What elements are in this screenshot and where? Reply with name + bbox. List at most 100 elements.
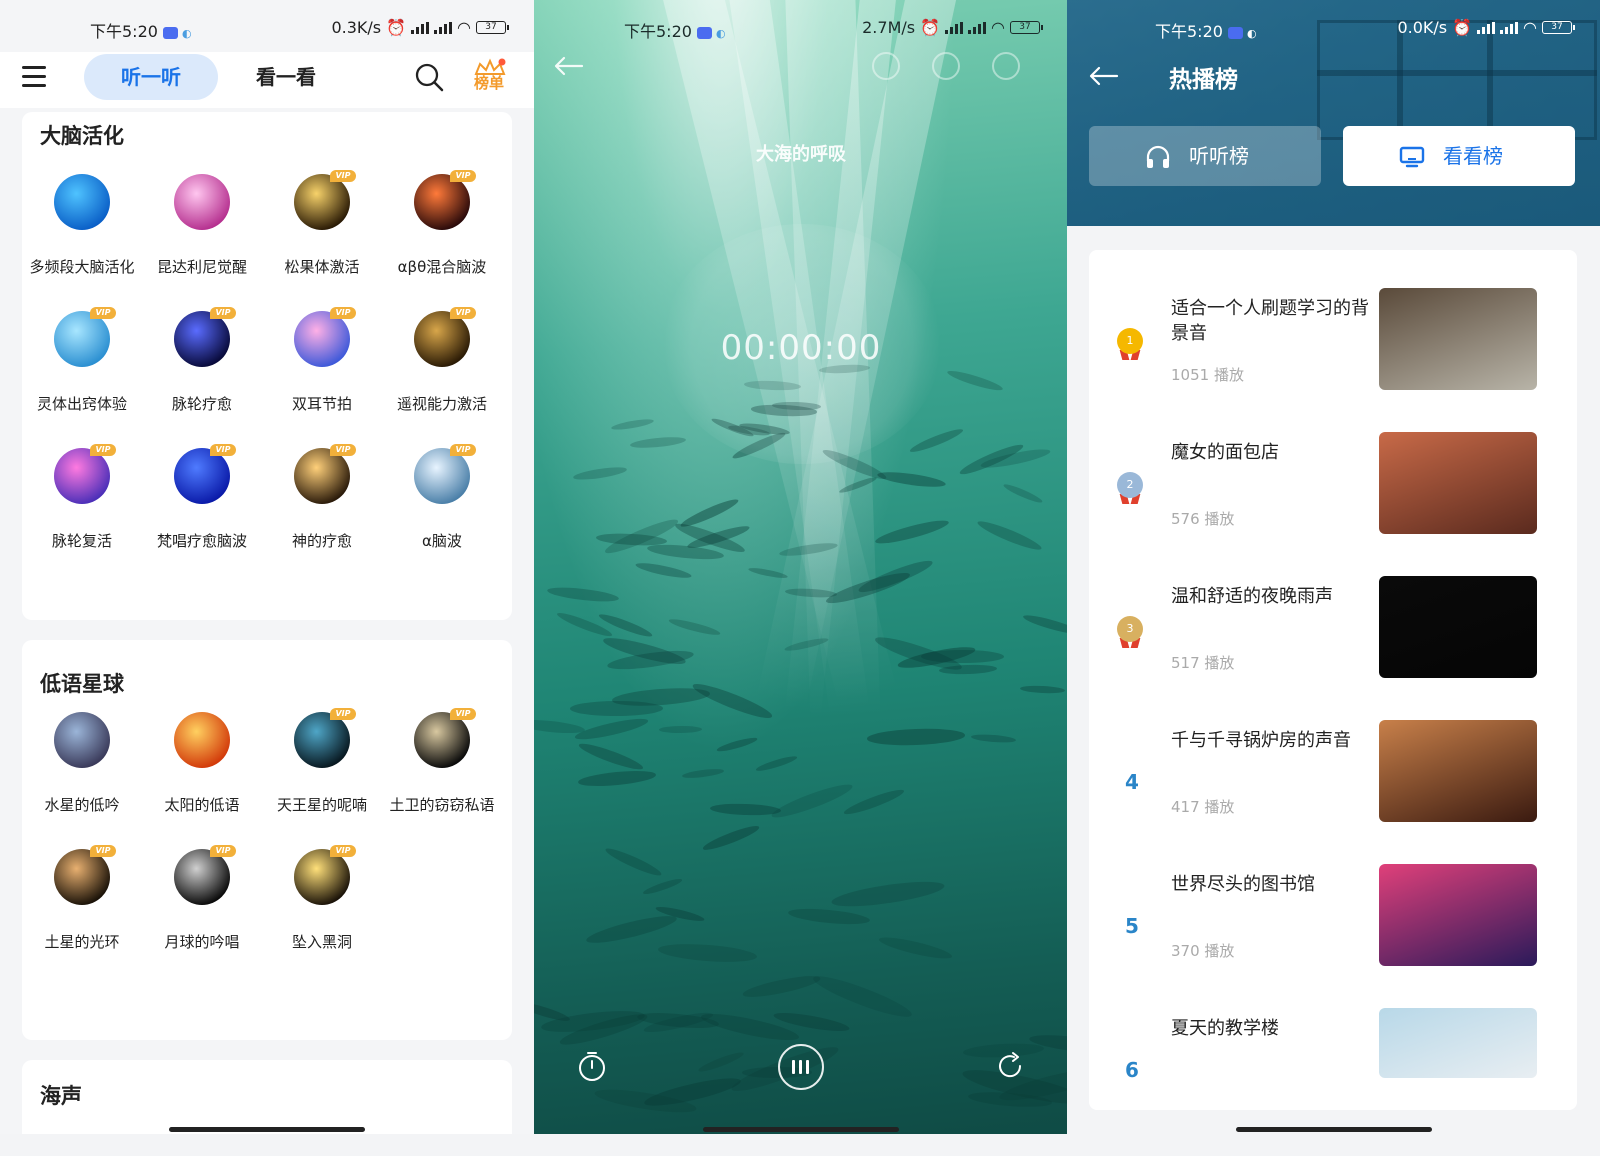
signal-icon — [1477, 21, 1496, 34]
row-title: 夏天的教学楼 — [1171, 1018, 1279, 1039]
item-label: 月球的吟唱 — [164, 933, 240, 951]
grid-item[interactable]: VIP α脑波 — [382, 444, 502, 568]
ranking-row[interactable]: 5 世界尽头的图书馆 370 播放 — [1089, 864, 1577, 968]
alarm-icon: ⏰ — [920, 18, 941, 37]
grid-item[interactable]: VIP αβθ混合脑波 — [382, 170, 502, 294]
item-cover-icon — [54, 712, 110, 768]
grid-item[interactable]: 昆达利尼觉醒 — [142, 174, 262, 294]
message-icon — [1227, 26, 1243, 39]
grid-item[interactable]: VIP 月球的吟唱 — [142, 845, 262, 969]
home-indicator — [1235, 1127, 1432, 1132]
sleep-timer-icon[interactable] — [576, 1050, 608, 1082]
medal-icon: 3 — [1117, 616, 1143, 650]
ranking-row[interactable]: 2 魔女的面包店 576 播放 — [1089, 432, 1577, 536]
grid-item[interactable]: VIP 坠入黑洞 — [262, 845, 382, 969]
section-card-sea: 海声 — [22, 1060, 512, 1134]
item-label: 灵体出窍体验 — [36, 395, 127, 413]
grid-item[interactable]: VIP 天王星的呢喃 — [262, 708, 382, 832]
favorite-heart-icon[interactable] — [932, 52, 960, 80]
timer-display: 00:00:00 — [720, 328, 882, 368]
grid-item[interactable]: 水星的低吟 — [22, 712, 142, 832]
signal-icon — [945, 21, 964, 34]
vip-badge: VIP — [330, 307, 356, 319]
item-cover-icon — [294, 849, 350, 905]
grid-item[interactable]: VIP 双耳节拍 — [262, 307, 382, 431]
grid-item[interactable]: VIP 遥视能力激活 — [382, 307, 502, 431]
battery-icon: 37 — [1542, 21, 1575, 34]
play-count: 370 播放 — [1171, 942, 1235, 960]
item-label: 脉轮疗愈 — [171, 395, 232, 413]
ranking-row[interactable]: 4 千与千寻锅炉房的声音 417 播放 — [1089, 720, 1577, 824]
grid-item[interactable]: VIP 松果体激活 — [262, 170, 382, 294]
row-thumbnail — [1379, 720, 1537, 822]
grid-item[interactable]: VIP 灵体出窍体验 — [22, 307, 142, 431]
medal-icon: 2 — [1117, 472, 1143, 506]
menu-icon[interactable] — [22, 66, 46, 88]
grid-item[interactable]: 多频段大脑活化 — [22, 174, 142, 294]
tab-watch-chart-label: 看看榜 — [1443, 144, 1503, 168]
message-icon — [696, 26, 712, 39]
grid-item[interactable]: 太阳的低语 — [142, 712, 262, 832]
rank-number: 6 — [1125, 1058, 1139, 1082]
wifi-icon: ◠ — [1523, 18, 1537, 37]
alarm-icon: ⏰ — [386, 18, 407, 37]
status-time: 下午5:20 — [624, 22, 692, 41]
item-cover-icon — [414, 448, 470, 504]
tab-listen[interactable]: 听一听 — [84, 54, 218, 100]
grid-item[interactable]: VIP 土星的光环 — [22, 845, 142, 969]
tab-watch[interactable]: 看一看 — [236, 54, 336, 100]
grid-item[interactable]: VIP 梵唱疗愈脑波 — [142, 444, 262, 568]
signal-icon-2 — [1500, 21, 1519, 34]
vip-badge: VIP — [330, 170, 356, 182]
row-thumbnail — [1379, 288, 1537, 390]
ranking-button[interactable]: 榜单 — [472, 58, 508, 94]
ranking-label: 榜单 — [474, 74, 505, 92]
row-title: 魔女的面包店 — [1171, 442, 1279, 463]
medal-rank: 3 — [1117, 616, 1143, 642]
item-cover-icon — [54, 849, 110, 905]
tab-listen-chart[interactable]: 听听榜 — [1089, 126, 1321, 186]
battery-icon: 37 — [476, 21, 509, 34]
home-indicator — [703, 1127, 899, 1132]
tab-watch-chart[interactable]: 看看榜 — [1343, 126, 1575, 186]
vip-badge: VIP — [90, 845, 116, 857]
item-label: 土卫的窃窃私语 — [389, 796, 495, 814]
item-cover-icon — [174, 448, 230, 504]
vip-badge: VIP — [330, 845, 356, 857]
vip-badge: VIP — [210, 845, 236, 857]
item-cover-icon — [294, 174, 350, 230]
row-title: 世界尽头的图书馆 — [1171, 874, 1315, 895]
play-count: 576 播放 — [1171, 510, 1235, 528]
chart-screen: 下午5:20 ◐ 0.0K/s ⏰ ◠ 37 热播榜 听听榜 看看榜 1 适合一个人… — [1067, 0, 1600, 1134]
vip-badge: VIP — [450, 708, 476, 720]
item-cover-icon — [174, 311, 230, 367]
medal-rank: 1 — [1117, 328, 1143, 354]
contrast-icon[interactable] — [872, 52, 900, 80]
signal-icon-2 — [968, 21, 987, 34]
back-arrow-icon[interactable] — [554, 56, 584, 76]
grid-item[interactable]: VIP 脉轮疗愈 — [142, 307, 262, 431]
ranking-row[interactable]: 1 适合一个人刷题学习的背景音 1051 播放 — [1089, 288, 1577, 392]
grid-item[interactable]: VIP 脉轮复活 — [22, 444, 142, 568]
replay-icon[interactable] — [994, 1050, 1026, 1082]
status-bar: 下午5:20 ◐ 0.3K/s ⏰ ◠ 37 — [0, 14, 534, 44]
row-thumbnail — [1379, 1008, 1537, 1078]
item-cover-icon — [174, 849, 230, 905]
status-bar: 下午5:20 ◐ 2.7M/s ⏰ ◠ 37 — [534, 14, 1068, 44]
grid-item[interactable]: VIP 神的疗愈 — [262, 444, 382, 568]
battery-icon: 37 — [1010, 21, 1043, 34]
vip-badge: VIP — [450, 444, 476, 456]
back-arrow-icon[interactable] — [1089, 66, 1119, 86]
pause-button[interactable] — [778, 1044, 824, 1090]
search-icon[interactable] — [414, 62, 444, 92]
item-cover-icon — [174, 712, 230, 768]
ranking-row[interactable]: 6 夏天的教学楼 — [1089, 1008, 1577, 1112]
more-icon[interactable] — [992, 52, 1020, 80]
tab-listen-chart-label: 听听榜 — [1189, 144, 1249, 168]
rank-number: 5 — [1125, 914, 1139, 938]
status-time: 下午5:20 — [90, 22, 158, 41]
item-label: 坠入黑洞 — [291, 933, 352, 951]
grid-item[interactable]: VIP 土卫的窃窃私语 — [382, 708, 502, 832]
ranking-row[interactable]: 3 温和舒适的夜晚雨声 517 播放 — [1089, 576, 1577, 680]
row-thumbnail — [1379, 432, 1537, 534]
